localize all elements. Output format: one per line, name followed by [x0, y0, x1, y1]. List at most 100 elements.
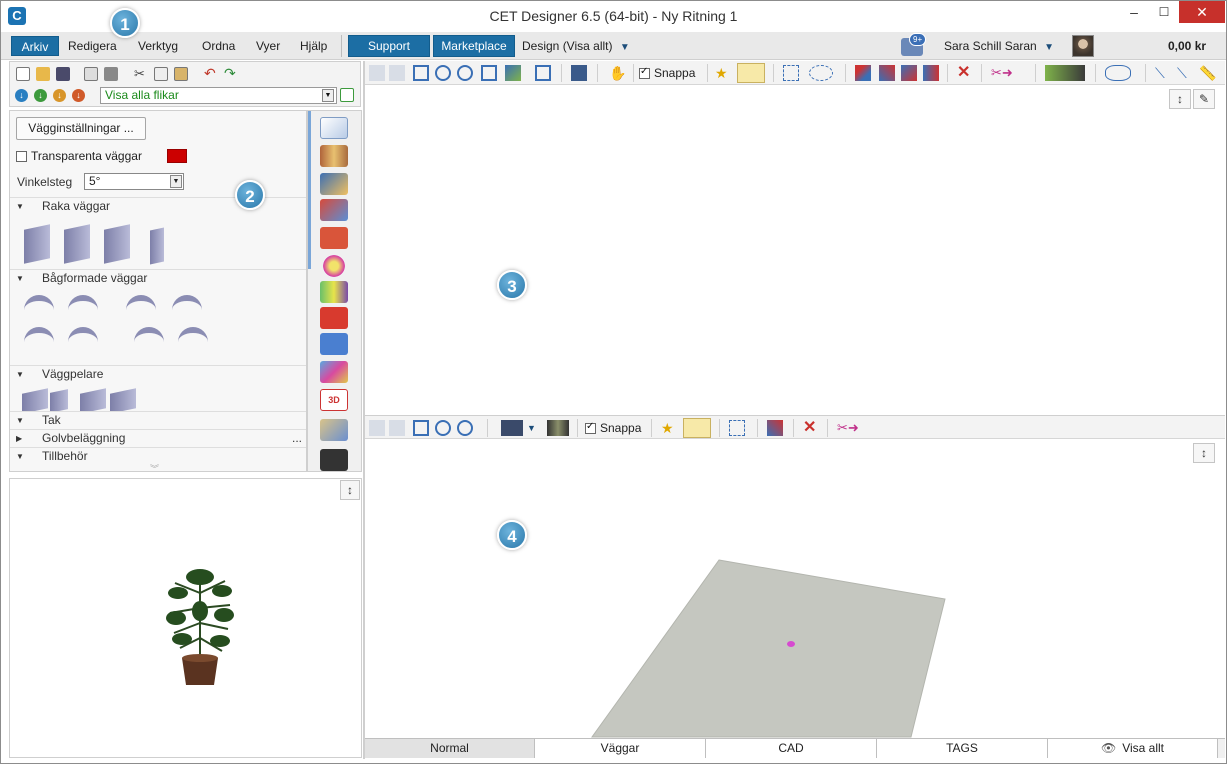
2d-view-canvas[interactable]: ↕ ✎ [365, 85, 1225, 414]
zoom-window-icon[interactable] [481, 65, 497, 81]
basket-tool-icon[interactable] [320, 227, 348, 249]
straight-wall-icon[interactable] [24, 224, 50, 264]
zoom-previous-icon[interactable] [389, 420, 405, 436]
materials-tool-icon[interactable] [320, 145, 348, 167]
align-icon[interactable] [923, 65, 939, 81]
camera-icon[interactable] [501, 420, 523, 436]
tab-normal[interactable]: Normal [365, 739, 535, 758]
3d-view-canvas[interactable]: ↕ [365, 439, 1225, 738]
transparent-color-swatch[interactable] [167, 149, 187, 163]
arrow-down-icon[interactable]: ↓ [53, 89, 66, 102]
sketchup-tool-icon[interactable] [320, 307, 348, 329]
edit-note-icon[interactable]: ✎ [1193, 89, 1215, 109]
search-tool-icon[interactable] [320, 419, 348, 441]
blocks-tool-icon[interactable] [320, 361, 348, 383]
straight-wall-thick-icon[interactable] [64, 224, 90, 264]
zoom-out-icon[interactable] [457, 65, 473, 81]
pan-hand-icon[interactable]: ✋ [609, 65, 626, 81]
zoom-1-icon[interactable] [369, 420, 385, 436]
tab-filter-select[interactable]: Visa alla flikar ▼ [100, 87, 337, 104]
print-icon[interactable] [104, 67, 118, 81]
close-button[interactable]: ✕ [1179, 1, 1225, 23]
print-preview-icon[interactable] [84, 67, 98, 81]
straight-wall-narrow-icon[interactable] [150, 227, 164, 265]
camera-tool-icon[interactable] [320, 333, 348, 355]
snap-star-icon[interactable]: ★ [715, 65, 731, 81]
measure-tool-icon[interactable] [320, 173, 348, 195]
stretch-icon[interactable] [879, 65, 895, 81]
ruler-icon[interactable]: 📏 [1199, 65, 1216, 81]
section-curved-walls[interactable]: ▼ Bågformade väggar [10, 269, 306, 286]
save-icon[interactable] [56, 67, 70, 81]
zoom-out-icon[interactable] [457, 420, 473, 436]
cut-icon[interactable]: ✂ [134, 67, 148, 81]
measure-line-icon[interactable]: ⟍ [1155, 65, 1171, 81]
binoculars-tool-icon[interactable] [320, 449, 348, 471]
paste-icon[interactable] [174, 67, 188, 81]
cut-move-icon[interactable]: ✂➜ [991, 65, 1023, 81]
resize-vertical-icon[interactable]: ↕ [340, 480, 360, 500]
tab-tags[interactable]: TAGS [877, 739, 1048, 758]
avatar[interactable] [1072, 35, 1094, 57]
select-rect-icon[interactable] [729, 420, 745, 436]
user-menu[interactable]: Sara Schill Saran ▼ [937, 36, 1061, 56]
straight-wall-double-icon[interactable] [104, 224, 130, 264]
arrow-down-icon[interactable]: ↓ [34, 89, 47, 102]
zoom-selection-icon[interactable] [505, 65, 521, 81]
curved-wall-icon[interactable] [178, 327, 208, 353]
cut-move-icon[interactable]: ✂➜ [837, 420, 869, 436]
section-roof[interactable]: ▼ Tak [10, 411, 306, 428]
design-mode-dropdown[interactable]: Design (Visa allt) ▼ [515, 36, 637, 56]
zoom-extents-icon[interactable] [413, 65, 429, 81]
snap-points-icon[interactable] [737, 63, 765, 83]
move-icon[interactable] [855, 65, 871, 81]
zoom-page-icon[interactable] [535, 65, 551, 81]
curved-wall-icon[interactable] [134, 327, 164, 353]
tab-show-all[interactable]: 👁 Visa allt [1048, 739, 1218, 758]
menu-hjalp[interactable]: Hjälp [293, 36, 334, 56]
menu-ordna[interactable]: Ordna [195, 36, 242, 56]
arrow-down-icon[interactable]: ↓ [15, 89, 28, 102]
wall-pillar-icon[interactable] [80, 388, 106, 414]
delete-icon[interactable]: ✕ [957, 65, 973, 81]
menu-redigera[interactable]: Redigera [61, 36, 124, 56]
resize-vertical-icon[interactable]: ↕ [1193, 443, 1215, 463]
tab-walls[interactable]: Väggar [535, 739, 706, 758]
curved-wall-icon[interactable] [24, 327, 54, 353]
chevron-down-icon[interactable]: ▼ [527, 420, 543, 436]
snap-checkbox[interactable] [639, 66, 650, 80]
marketplace-button[interactable]: Marketplace [433, 35, 515, 57]
angle-step-select[interactable]: 5° ▼ [84, 173, 184, 190]
section-floor[interactable]: ▶ Golvbeläggning... [10, 429, 306, 446]
scroll-more-icon[interactable]: ︾ [150, 462, 159, 475]
zoom-in-icon[interactable] [435, 420, 451, 436]
transparent-walls-checkbox[interactable] [16, 151, 27, 163]
zoom-previous-icon[interactable] [389, 65, 405, 81]
wall-pillar-icon[interactable] [110, 388, 136, 414]
snap-points-icon[interactable] [683, 418, 711, 438]
menu-vyer[interactable]: Vyer [249, 36, 287, 56]
menu-verktyg[interactable]: Verktyg [131, 36, 185, 56]
tab-settings-icon[interactable] [340, 88, 354, 102]
new-file-icon[interactable] [16, 67, 30, 81]
dimension-tool-icon[interactable] [320, 199, 348, 221]
minimize-button[interactable]: – [1119, 1, 1149, 23]
measure-diagonal-icon[interactable]: ⟍ [1177, 65, 1193, 81]
film-strip-icon[interactable] [547, 420, 569, 436]
section-more[interactable]: ... [292, 430, 302, 447]
redo-icon[interactable]: ↷ [224, 66, 238, 80]
section-wall-pillars[interactable]: ▼ Väggpelare [10, 365, 306, 382]
delete-icon[interactable]: ✕ [803, 420, 819, 436]
render-tool-icon[interactable] [320, 281, 348, 303]
maximize-button[interactable]: ☐ [1149, 1, 1179, 23]
flower-tool-icon[interactable] [320, 255, 348, 277]
support-button[interactable]: Support [348, 35, 430, 57]
wall-pillar-icon[interactable] [50, 389, 68, 413]
snap-toggle-top[interactable]: Snappa [639, 66, 695, 80]
open-folder-icon[interactable] [36, 67, 50, 81]
wall-pillar-icon[interactable] [22, 388, 48, 414]
mirror-icon[interactable] [1105, 65, 1131, 81]
notification-icon[interactable]: 9+ [901, 33, 927, 56]
snap-star-icon[interactable]: ★ [661, 420, 677, 436]
curved-wall-icon[interactable] [24, 295, 54, 321]
